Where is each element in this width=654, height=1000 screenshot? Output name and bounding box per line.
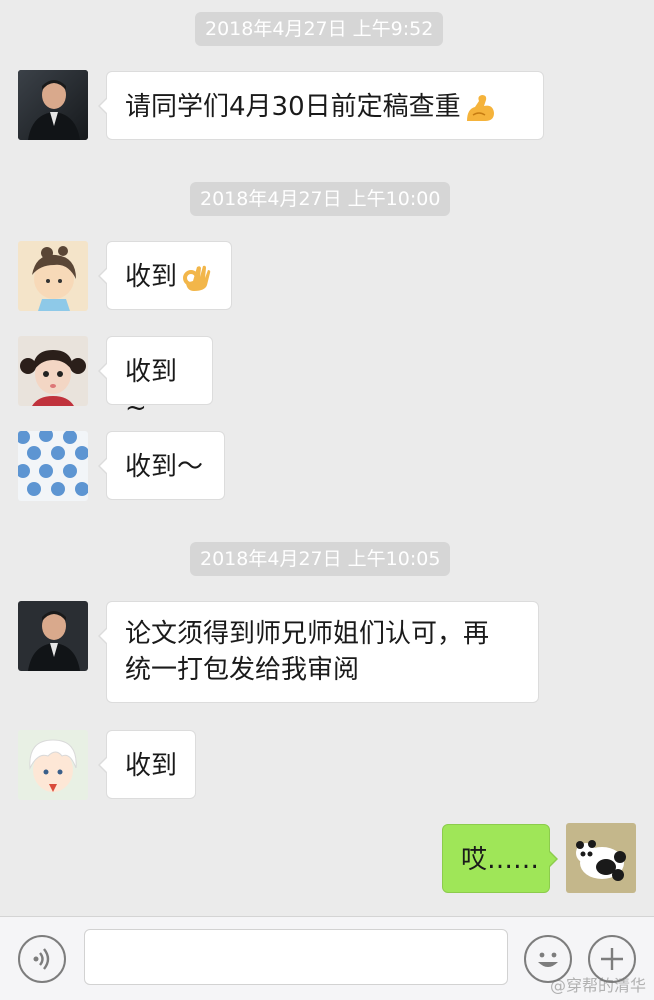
message-text: 收到～ [125,452,204,482]
teacher-avatar-icon [18,70,88,140]
timestamp: 2018年4月27日 上午10:05 [190,542,451,576]
message-bubble[interactable]: 收到 [98,730,196,799]
my-message-bubble[interactable]: 哎…… [442,824,558,893]
avatar[interactable] [18,431,88,501]
avatar[interactable] [18,601,88,671]
avatar[interactable] [18,730,88,800]
voice-button[interactable] [18,935,66,983]
message-text: 收到~ [125,357,178,423]
message-bubble[interactable]: 收到～ [98,431,225,500]
child-photo-avatar-icon [18,336,88,406]
white-hair-cartoon-avatar-icon [18,730,88,800]
chat-area[interactable]: 2018年4月27日 上午9:52 请同学们4月30日前定稿查重 2018年4月… [0,0,654,916]
message-text-line: 统一打包发给我审阅 [125,655,360,685]
message-bubble[interactable]: 论文须得到师兄师姐们认可，再 统一打包发给我审阅 [98,601,539,703]
girl-cartoon-avatar-icon [18,241,88,311]
message-bubble[interactable]: 收到 [98,241,232,310]
flexed-biceps-icon [463,91,497,125]
message-bubble[interactable]: 请同学们4月30日前定稿查重 [98,71,544,140]
message-input[interactable] [84,929,508,985]
message-text: 收到 [125,751,178,781]
message-text: 收到 [125,262,178,292]
message-text: 哎…… [461,845,540,875]
avatar[interactable] [18,70,88,140]
timestamp: 2018年4月27日 上午9:52 [195,12,444,46]
avatar[interactable] [18,241,88,311]
polka-dot-avatar-icon [18,431,88,501]
panda-avatar-icon [566,823,636,893]
watermark: @穿帮的清华 [549,976,646,995]
message-text: 请同学们4月30日前定稿查重 [125,92,461,122]
input-bar: @穿帮的清华 [0,916,654,1000]
voice-icon [33,948,50,970]
avatar[interactable] [18,336,88,406]
teacher-avatar-icon [18,601,88,671]
message-bubble[interactable]: 收到~ [98,336,213,423]
timestamp: 2018年4月27日 上午10:00 [190,182,451,216]
my-avatar[interactable] [566,823,636,893]
ok-hand-icon [179,261,213,295]
message-text-line: 论文须得到师兄师姐们认可，再 [125,619,490,649]
